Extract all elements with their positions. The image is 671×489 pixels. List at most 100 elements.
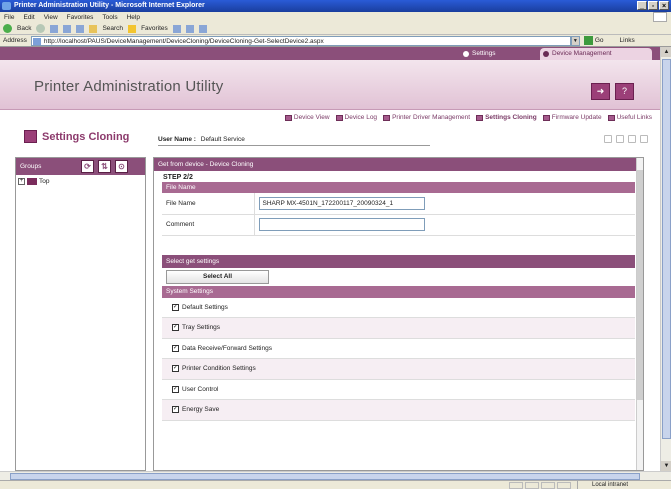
expand-icon[interactable]: + (18, 178, 25, 185)
menu-favorites[interactable]: Favorites (67, 12, 94, 23)
address-label: Address (3, 37, 27, 44)
settings-item-label: Printer Condition Settings (182, 365, 256, 373)
browser-toolbar: Back Search Favorites (0, 23, 671, 35)
settings-item[interactable]: ✓ Printer Condition Settings (162, 359, 635, 380)
menu-bar: File Edit View Favorites Tools Help (0, 12, 671, 23)
status-cells (509, 482, 571, 489)
link-settings-cloning-label: Settings Cloning (485, 114, 537, 121)
page-viewport: Settings Device Management Printer Admin… (0, 47, 660, 471)
print-icon[interactable] (198, 24, 207, 33)
menu-view[interactable]: View (44, 12, 58, 23)
file-form: File Name SHARP MX-4501N_172200117_20090… (162, 193, 635, 236)
forward-arrow-icon[interactable] (36, 24, 46, 33)
file-name-label: File Name (162, 193, 255, 215)
file-name-cell: SHARP MX-4501N_172200117_20090324_1 (254, 193, 635, 215)
link-printer-driver-management[interactable]: Printer Driver Management (383, 114, 470, 121)
sort-groups-icon[interactable]: ⇅ (98, 160, 111, 173)
address-dropdown[interactable]: ▼ (570, 35, 580, 46)
groups-panel: Groups ⟳ ⇅ ⊙ + Top (15, 157, 146, 471)
settings-cloning-icon (476, 115, 484, 121)
close-button[interactable]: × (659, 1, 669, 10)
maximize-button[interactable]: ▫ (648, 1, 658, 10)
scroll-down-icon[interactable]: ▼ (661, 461, 671, 471)
settings-item[interactable]: ✓ Data Receive/Forward Settings (162, 339, 635, 359)
refresh-groups-icon[interactable]: ⟳ (81, 160, 94, 173)
links-label[interactable]: Links (620, 37, 635, 44)
help-icon[interactable]: ? (615, 83, 634, 100)
mail-icon[interactable] (185, 24, 194, 33)
horizontal-scroll-thumb[interactable] (10, 473, 640, 480)
groups-title: Groups (20, 163, 42, 170)
checkbox[interactable]: ✓ (172, 303, 179, 311)
page-horizontal-scrollbar[interactable] (0, 471, 671, 480)
back-button[interactable]: Back (17, 25, 31, 32)
minimize-button[interactable]: _ (637, 1, 647, 10)
tree-item-label: Top (39, 178, 50, 185)
tab-device-management[interactable]: Device Management (540, 48, 652, 60)
status-bar: Local intranet (0, 480, 671, 489)
function-links: Device View Device Log Printer Driver Ma… (284, 114, 652, 121)
link-firmware-update-label: Firmware Update (551, 114, 602, 121)
favorites-star-icon[interactable] (128, 24, 137, 33)
device-view-icon (284, 115, 292, 121)
refresh-page-icon[interactable] (604, 135, 612, 143)
device-cloning-panel: Get from device - Device Cloning STEP 2/… (153, 157, 644, 471)
settings-groups-icon[interactable]: ⊙ (115, 160, 128, 173)
address-input[interactable]: http://localhost/PAUS/DeviceManagement/D… (30, 35, 571, 46)
search-button[interactable]: Search (102, 25, 123, 32)
link-firmware-update[interactable]: Firmware Update (542, 114, 602, 121)
tree-item-top[interactable]: + Top (16, 175, 145, 188)
groups-header: Groups ⟳ ⇅ ⊙ (16, 158, 145, 175)
search-icon[interactable] (89, 24, 98, 33)
status-zone: Local intranet (577, 481, 667, 489)
settings-item-label: Data Receive/Forward Settings (182, 344, 272, 352)
stop-icon[interactable] (50, 24, 59, 33)
logout-icon[interactable]: ➜ (591, 83, 610, 100)
checkbox[interactable]: ✓ (172, 385, 179, 393)
page-scroll-thumb[interactable] (662, 59, 671, 439)
link-device-view[interactable]: Device View (284, 114, 330, 121)
checkbox[interactable]: ✓ (172, 344, 179, 352)
settings-item[interactable]: ✓ Tray Settings (162, 318, 635, 339)
comment-row: Comment (162, 214, 635, 236)
scroll-up-icon[interactable]: ▲ (661, 47, 671, 57)
settings-item[interactable]: ✓ Default Settings (162, 298, 635, 318)
back-arrow-icon[interactable] (3, 24, 12, 33)
file-name-field[interactable]: SHARP MX-4501N_172200117_20090324_1 (258, 196, 425, 210)
copy-icon[interactable] (616, 135, 624, 143)
history-icon[interactable] (172, 24, 181, 33)
menu-edit[interactable]: Edit (23, 12, 34, 23)
link-settings-cloning[interactable]: Settings Cloning (476, 114, 537, 121)
settings-item[interactable]: ✓ Energy Save (162, 400, 635, 421)
zoom-icon[interactable] (640, 135, 648, 143)
checkbox[interactable]: ✓ (172, 324, 179, 332)
settings-item[interactable]: ✓ User Control (162, 380, 635, 400)
link-useful-links[interactable]: Useful Links (607, 114, 652, 121)
device-log-icon (335, 115, 343, 121)
link-printer-driver-label: Printer Driver Management (392, 114, 471, 121)
go-button[interactable]: Go (595, 37, 604, 44)
file-name-section-header: File Name (162, 182, 635, 193)
select-settings-header: Select get settings (162, 254, 635, 268)
page-vertical-scrollbar[interactable]: ▲ ▼ (660, 47, 671, 471)
checkbox[interactable]: ✓ (172, 406, 179, 414)
function-links-area: Device View Device Log Printer Driver Ma… (0, 110, 660, 152)
comment-field[interactable] (258, 218, 425, 231)
page-icon (32, 37, 41, 45)
print-page-icon[interactable] (628, 135, 636, 143)
menu-help[interactable]: Help (127, 12, 140, 23)
home-icon[interactable] (76, 24, 85, 33)
panel-scrollbar-thumb[interactable] (637, 170, 643, 400)
app-title: Printer Administration Utility (34, 78, 224, 95)
menu-file[interactable]: File (4, 12, 14, 23)
refresh-icon[interactable] (63, 24, 72, 33)
link-device-log[interactable]: Device Log (335, 114, 377, 121)
menu-tools[interactable]: Tools (102, 12, 117, 23)
checkbox[interactable]: ✓ (172, 365, 179, 373)
section-heading: Settings Cloning (24, 130, 129, 143)
go-arrow-icon[interactable] (583, 36, 593, 45)
tab-settings[interactable]: Settings (460, 48, 530, 60)
panel-scrollbar[interactable] (636, 158, 643, 470)
select-all-button[interactable]: Select All (166, 269, 269, 284)
favorites-button[interactable]: Favorites (141, 25, 168, 32)
